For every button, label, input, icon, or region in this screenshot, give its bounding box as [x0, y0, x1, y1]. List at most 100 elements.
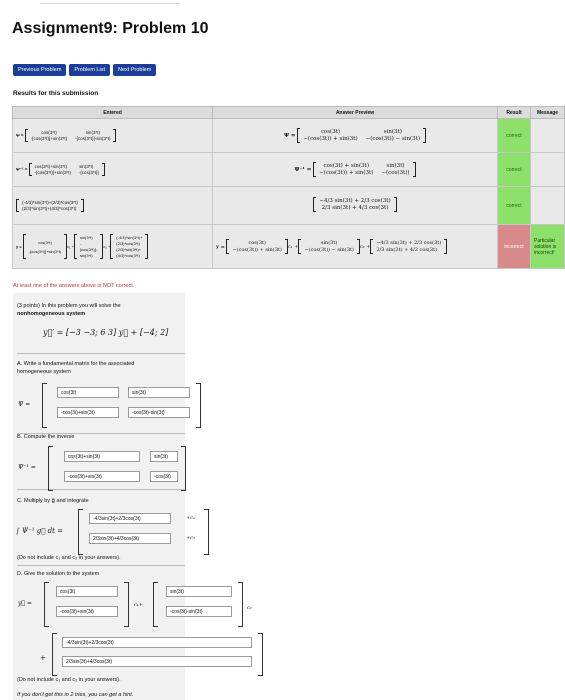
divider — [17, 353, 185, 354]
bracket — [52, 633, 57, 676]
answer-field[interactable]: sin(3t) — [150, 451, 178, 462]
part-a-lhs: Ψ = — [18, 401, 31, 408]
message-cell — [530, 152, 565, 187]
part-c-label: C. Multiply by g⃗ and integrate — [17, 498, 89, 504]
answer-field[interactable]: cos(3t)+sin(3t) — [64, 451, 140, 462]
preview-value: 2/3 sin(3t) + 4/3 cos(3t) — [376, 247, 438, 253]
answer-field[interactable]: cos(3t) — [57, 387, 119, 398]
answer-field[interactable]: -cos(3t)+sin(3t) — [57, 407, 119, 418]
answer-field[interactable]: cos(3t) — [56, 586, 118, 597]
answer-field[interactable]: sin(3t) — [128, 387, 190, 398]
part-b-lhs: Ψ⁻¹ = — [18, 464, 36, 471]
entered-value: (-4/3)*sin(3*t)+(2/3)*cos(3*t) — [22, 199, 78, 205]
previous-problem-button[interactable]: Previous Problem — [13, 64, 67, 76]
answer-field[interactable]: -4/3sin(3t)+2/3cos(3t) — [62, 637, 252, 648]
preview-cell: Ψ = cos(3t) sin(3t) −(cos(3t)) + sin(3t)… — [212, 118, 498, 153]
answer-field[interactable]: -cos(3t)+sin(3t) — [56, 606, 118, 617]
part-d-lhs: y⃗ = — [18, 600, 32, 607]
problem-nav: Previous Problem Problem List Next Probl… — [13, 64, 157, 76]
answer-field[interactable]: -cos(3t) — [150, 471, 178, 482]
answer-field[interactable]: -cos(3t)-sin(3t) — [128, 407, 190, 418]
entered-value: sin(3*t) — [79, 253, 93, 258]
preview-value: cos(3t) + sin(3t) — [323, 163, 369, 169]
next-problem-button[interactable]: Next Problem — [113, 64, 157, 76]
preview-value: −4/3 sin(3t) + 2/3 cos(3t) — [319, 198, 391, 204]
col-preview: Answer Preview — [212, 106, 498, 119]
preview-value: cos(3t) — [248, 240, 266, 246]
bracket — [181, 446, 186, 491]
c2-label: +c₂ — [186, 535, 195, 541]
bracket — [238, 582, 243, 627]
bracket — [124, 582, 129, 627]
preview-value: sin(3t) — [386, 163, 405, 169]
answer-field[interactable]: 2/3sin(3t)+4/3cos(3t) — [62, 656, 252, 667]
preview-cell: Ψ⁻¹ = cos(3t) + sin(3t) sin(3t) −(cos(3t… — [212, 152, 498, 187]
entered-lhs: Ψ = — [16, 133, 24, 138]
entered-value: (4/3)*cos(3*t) — [116, 253, 140, 258]
answer-field[interactable]: -cos(3t)-sin(3t) — [166, 606, 232, 617]
c1-label: +c₁ — [186, 515, 195, 521]
divider — [17, 489, 185, 490]
part-d-label: D. Give the solution to the system — [17, 571, 100, 577]
entered-value: cos(3*t) — [41, 130, 57, 135]
answer-field[interactable]: sin(3t) — [166, 586, 232, 597]
entered-lhs: Ψ⁻¹ = — [16, 166, 28, 172]
part-a-label-2: homogeneous system — [17, 369, 71, 375]
col-result: Result — [497, 106, 531, 119]
preview-value: −(cos(3t)) + sin(3t) — [303, 136, 358, 142]
bracket — [204, 509, 209, 555]
preview-lhs: Ψ⁻¹ = — [294, 166, 312, 173]
entered-value: -[cos(3*t)]-sin(3*t) — [75, 136, 111, 141]
entered-cell: (-4/3)*sin(3*t)+(2/3)*cos(3*t) (2/3)*sin… — [12, 186, 213, 225]
preview-value: sin(3t) — [320, 240, 338, 246]
preview-cell: −4/3 sin(3t) + 2/3 cos(3t) 2/3 sin(3t) +… — [212, 186, 498, 225]
message-cell — [530, 118, 565, 153]
result-badge: correct — [497, 152, 531, 187]
problem-list-button[interactable]: Problem List — [69, 64, 110, 76]
answer-field[interactable]: -4/3sin(3t)+2/3cos(3t) — [89, 513, 171, 524]
col-entered: Entered — [12, 106, 213, 119]
preview-value: sin(3t) — [383, 129, 402, 135]
message-cell — [530, 186, 565, 225]
entered-value: (2/3)*cos(3*t) — [116, 241, 140, 246]
entered-value: -[cos(3*t)] — [79, 170, 99, 175]
bracket — [153, 582, 158, 627]
preview-value: −(cos(3t)) − sin(3t) — [365, 136, 420, 142]
preview-value: c₂ + — [359, 243, 371, 250]
entered-value: c₁ + — [67, 244, 74, 249]
entered-value: sin(3*t) — [85, 130, 100, 135]
preview-value: cos(3t) — [320, 129, 341, 135]
answer-field[interactable]: -cos(3t)+sin(3t) — [64, 471, 140, 482]
entered-value: -[cos(3*t)]+sin(3*t) — [34, 170, 72, 175]
incorrect-warning: At least one of the answers above is NOT… — [13, 283, 135, 289]
results-table: Entered Answer Preview Result Message Ψ … — [12, 106, 565, 269]
col-message: Message — [530, 106, 565, 119]
entered-value: [cos(3*t)]- — [79, 247, 98, 252]
entered-cell: Ψ = cos(3*t) sin(3*t) -[cos(3*t)]+sin(3*… — [12, 118, 213, 153]
entered-value: sin(3*t) — [79, 235, 93, 240]
table-row: y = cos(3*t) -[cos(3*t)]+sin(3*t) c₁ + s… — [12, 224, 565, 269]
entered-cell: y = cos(3*t) -[cos(3*t)]+sin(3*t) c₁ + s… — [12, 224, 213, 269]
preview-value: −(cos(3t)) + sin(3t) — [319, 170, 374, 176]
bracket — [42, 383, 47, 428]
system-equation: y⃗′ = [−3 −3; 6 3] y⃗ + [−4; 2] — [43, 328, 169, 337]
results-heading: Results for this submission — [13, 90, 99, 97]
bracket — [44, 582, 49, 627]
preview-value: 2/3 sin(3t) + 4/3 cos(3t) — [321, 205, 389, 211]
preview-value: −(cos(3t)) — [381, 170, 410, 176]
results-header-row: Entered Answer Preview Result Message — [12, 106, 565, 119]
entered-value: sin(3*t) — [79, 164, 94, 169]
entered-value: -[cos(3*t)]+sin(3*t) — [30, 136, 68, 141]
c1-label: c₁+ — [134, 602, 143, 608]
entered-value: - — [79, 241, 82, 246]
entered-value: c₂ + — [103, 244, 111, 249]
entered-value: (2/3)*sin(3*t)+ — [116, 247, 142, 252]
entered-value: (-4/3)*sin(3*t)+ — [116, 235, 143, 240]
answer-field[interactable]: 2/3sin(3t)+4/3cos(3t) — [89, 533, 171, 544]
preview-value: −4/3 sin(3t) + 2/3 cos(3t) — [376, 240, 442, 246]
bracket — [196, 383, 201, 428]
hint-footer: If you don't get this in 2 tries, you ca… — [17, 692, 134, 698]
result-badge: correct — [497, 186, 531, 225]
part-a-label: A. Write a fundamental matrix for the as… — [17, 361, 135, 367]
preview-lhs: Ψ = — [283, 132, 296, 139]
